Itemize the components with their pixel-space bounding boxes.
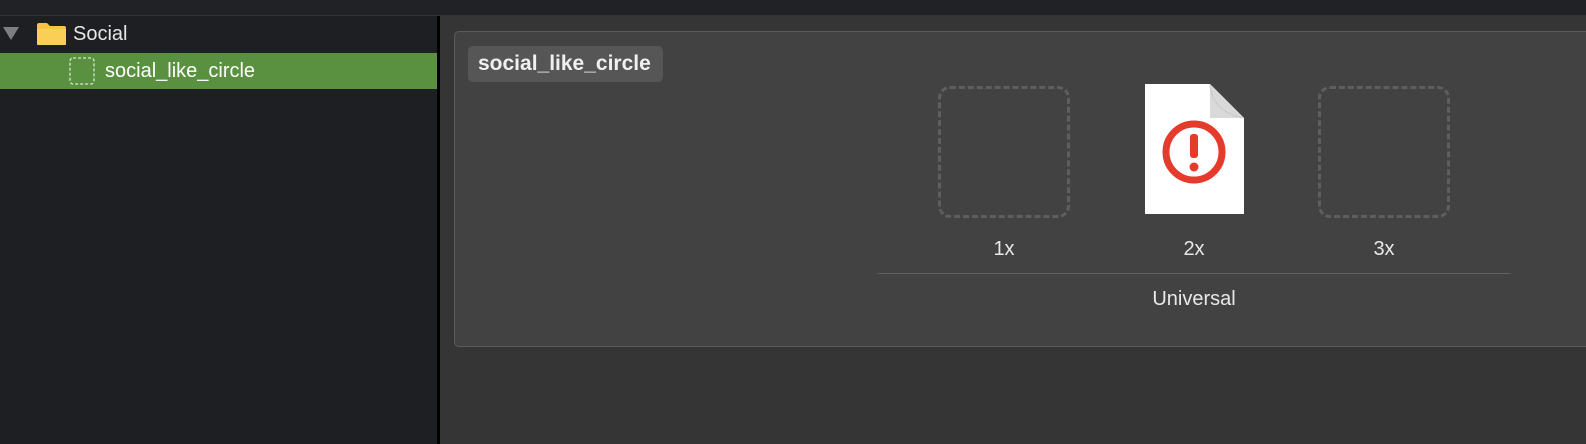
slot-1x-drop-well[interactable] xyxy=(938,86,1070,218)
tree-group-label: Social xyxy=(73,23,128,45)
disclosure-triangle-icon[interactable] xyxy=(3,27,19,40)
universal-divider xyxy=(878,273,1510,274)
asset-editor: social_like_circle xyxy=(440,16,1586,444)
slot-2x-label: 2x xyxy=(1183,238,1205,260)
slot-3x-drop-well[interactable] xyxy=(1318,86,1450,218)
folder-icon xyxy=(37,23,66,45)
slot-3x-label: 3x xyxy=(1373,238,1395,260)
tree-item-social-like-circle[interactable]: social_like_circle xyxy=(0,53,437,89)
tree-group-social[interactable]: Social xyxy=(0,16,437,52)
image-set-title[interactable]: social_like_circle xyxy=(468,46,663,82)
tree-item-label: social_like_circle xyxy=(105,60,256,82)
window-toolbar xyxy=(0,0,1586,16)
warning-document-icon[interactable] xyxy=(1140,82,1248,218)
slot-1x-label: 1x xyxy=(993,238,1015,260)
image-set-icon xyxy=(69,57,95,85)
universal-label: Universal xyxy=(1152,288,1236,310)
